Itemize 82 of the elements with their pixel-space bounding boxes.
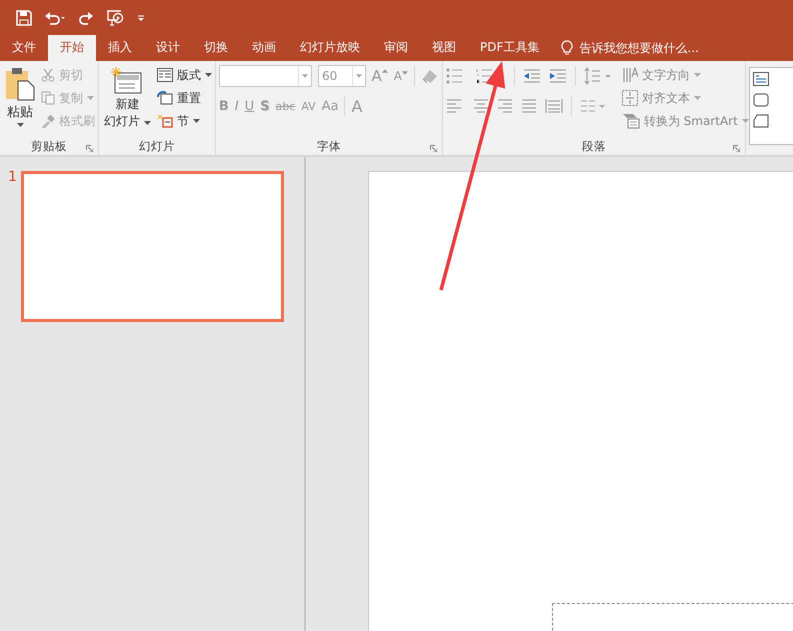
font-style-button[interactable]: S [260, 98, 270, 114]
group-label: 段落 [582, 138, 606, 154]
slide-number: 1 [8, 169, 17, 185]
up-caret-icon [382, 69, 388, 73]
dialog-launcher-icon[interactable] [430, 145, 437, 152]
ribbon-tab[interactable]: 插入 [96, 35, 144, 61]
caret-icon [144, 121, 151, 125]
line-spacing-icon[interactable] [584, 67, 612, 85]
new-slide-button[interactable]: 新建 幻灯片 [102, 65, 153, 137]
ribbon-tab[interactable]: 幻灯片放映 [288, 35, 372, 61]
undo-icon[interactable] [44, 10, 66, 26]
layout-icon [156, 68, 173, 82]
font-style-button[interactable]: AV [301, 100, 316, 112]
ribbon-tab[interactable]: 切换 [192, 35, 240, 61]
align-text-icon [622, 90, 638, 106]
caret-icon [742, 119, 749, 123]
caret-icon [204, 73, 212, 77]
ribbon-tab[interactable]: PDF工具集 [468, 35, 552, 61]
paragraph-command[interactable]: 对齐文本 [622, 88, 749, 108]
font-color-button[interactable]: A [351, 96, 362, 116]
redo-icon[interactable] [78, 10, 94, 26]
caret-icon [356, 74, 362, 78]
save-icon[interactable] [16, 10, 32, 26]
font-style-button[interactable]: I [234, 98, 239, 114]
increase-indent-icon[interactable] [548, 69, 567, 83]
smartart-icon [622, 113, 640, 129]
dialog-launcher-icon[interactable] [86, 145, 93, 152]
slide-thumbnail[interactable] [20, 171, 284, 322]
align-icon[interactable] [520, 99, 537, 113]
font-name-field[interactable] [218, 65, 312, 87]
rounded-rectangle-icon[interactable] [752, 93, 769, 107]
caret-icon [16, 123, 24, 127]
align-icon[interactable] [446, 99, 462, 113]
paragraph-command[interactable]: 转换为 SmartArt [622, 111, 749, 131]
tell-me-search[interactable]: 告诉我您想要做什么... [579, 40, 699, 56]
ribbon-tab[interactable]: 开始 [48, 35, 96, 61]
slideshow-icon[interactable] [106, 8, 124, 26]
group-label: 幻灯片 [138, 138, 175, 154]
caret-icon [87, 96, 94, 100]
shrink-font-button[interactable]: A [394, 69, 408, 83]
freeform-shape-icon[interactable] [752, 114, 769, 128]
copy-icon [41, 91, 55, 105]
ribbon-tab[interactable]: 文件 [0, 35, 48, 61]
font-style-button[interactable]: abc [275, 100, 296, 112]
text-box-icon[interactable] [752, 72, 769, 86]
ribbon-tab[interactable]: 视图 [420, 35, 468, 61]
dialog-launcher-icon[interactable] [732, 145, 740, 152]
caret-icon [192, 119, 200, 123]
caret-icon [694, 96, 701, 100]
group-label: 剪贴板 [31, 138, 67, 154]
clipboard-icon [5, 67, 35, 101]
section-icon [156, 114, 173, 128]
caret-icon [302, 74, 308, 78]
columns-icon[interactable] [580, 99, 606, 113]
group-label: 字体 [316, 138, 341, 154]
grow-font-button[interactable]: A [372, 67, 388, 85]
slide-command[interactable]: 重置 [156, 88, 212, 108]
ribbon-tab[interactable]: 审阅 [372, 35, 420, 61]
paste-button[interactable]: 粘贴 [3, 65, 37, 137]
slide-command[interactable]: 版式 [156, 65, 212, 85]
font-style-button[interactable]: Aa [322, 98, 338, 114]
font-style-button[interactable]: U [244, 98, 254, 114]
shapes-gallery[interactable] [748, 67, 793, 145]
align-icon[interactable] [472, 99, 489, 113]
scissors-icon [41, 68, 55, 82]
decrease-indent-icon[interactable] [522, 69, 541, 83]
customize-caret-icon[interactable] [136, 12, 146, 22]
new-slide-icon [111, 67, 144, 95]
paintbrush-icon [41, 114, 55, 128]
lightbulb-icon [561, 40, 574, 56]
paragraph-command[interactable]: 文字方向 [622, 65, 749, 85]
caret-icon [402, 71, 408, 75]
align-icon[interactable] [496, 99, 513, 113]
font-size-field[interactable]: 60 [318, 65, 366, 87]
ribbon-tab[interactable]: 设计 [144, 35, 192, 61]
distributed-icon[interactable] [544, 98, 563, 114]
text-direction-icon [622, 67, 638, 83]
reset-icon [156, 91, 173, 105]
ribbon-tab[interactable]: 动画 [240, 35, 288, 61]
caret-icon [694, 73, 701, 77]
font-style-button[interactable]: B [218, 98, 229, 114]
slide-command[interactable]: 节 [156, 111, 212, 131]
